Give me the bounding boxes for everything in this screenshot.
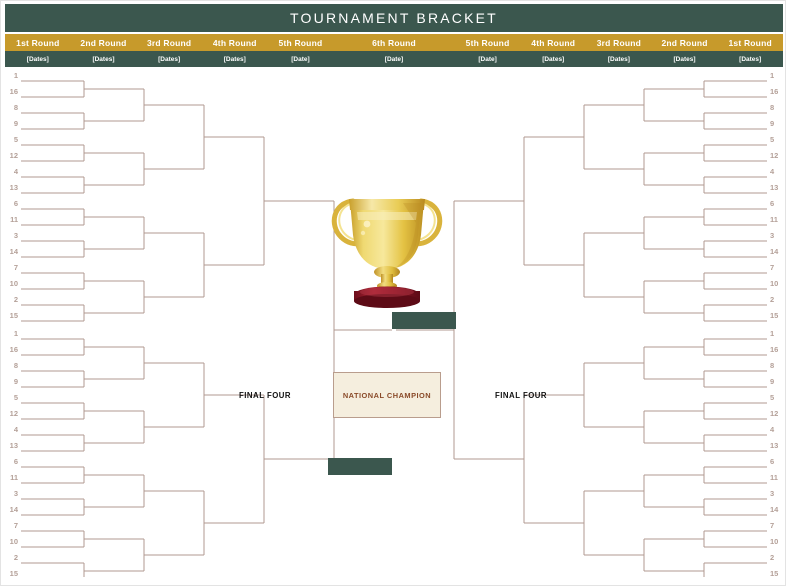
seed-label: 14 [9,505,18,514]
seed-label: 11 [770,215,778,224]
seed-label: 14 [770,247,779,256]
trophy-icon [317,179,457,309]
national-champion-box[interactable]: NATIONAL CHAMPION [333,372,441,418]
round-header-5: 5th Round [278,37,323,48]
national-champion-label: NATIONAL CHAMPION [342,390,432,400]
seed-label: 4 [770,167,775,176]
seed-label: 11 [770,473,778,482]
seed-label: 12 [9,151,18,160]
seed-label: 7 [13,263,18,272]
seed-label: 3 [13,489,18,498]
seed-label: 3 [770,231,775,240]
seed-label: 6 [770,457,775,466]
seed-label: 10 [9,537,18,546]
final-four-label-right: FINAL FOUR [495,391,548,400]
round-header-11: 1st Round [728,37,772,48]
round-date-6[interactable]: [Date] [333,51,454,67]
seed-label: 11 [10,473,18,482]
seed-label: 12 [770,409,779,418]
seed-label: 13 [9,441,18,450]
seed-label: 2 [770,295,775,304]
seed-label: 14 [9,247,18,256]
seed-label: 7 [770,263,775,272]
seed-label: 3 [13,231,18,240]
round-date-3[interactable]: [Dates] [136,51,202,67]
seed-label: 15 [770,311,779,320]
seed-label: 4 [770,425,775,434]
round-header-9: 3rd Round [596,37,642,48]
seed-label: 15 [9,311,18,320]
seed-label: 8 [13,361,18,370]
seed-label: 9 [13,119,18,128]
seed-label: 14 [770,505,779,514]
round-header-3: 3rd Round [146,37,192,48]
seed-label: 9 [770,119,775,128]
seed-label: 6 [13,199,18,208]
page-title: TOURNAMENT BRACKET [5,4,783,32]
seed-label: 10 [770,537,779,546]
round-header-8: 4th Round [531,37,576,48]
seed-label: 16 [770,87,779,96]
seed-label: 2 [13,295,18,304]
seed-label: 3 [770,489,775,498]
seed-label: 4 [13,167,18,176]
seed-label: 12 [9,409,18,418]
round-headers: 1st Round 2nd Round 3rd Round 4th Round 5th … [5,34,783,51]
round-dates: [Dates] [Dates] [Dates] [Dates] [Date] [Date]… [5,51,783,67]
round-date-2[interactable]: [Dates] [71,51,137,67]
seed-label: 2 [770,553,775,562]
seed-label: 9 [770,377,775,386]
seed-label: 13 [770,441,779,450]
seed-label: 5 [770,393,775,402]
seed-label: 10 [9,279,18,288]
seed-label: 2 [13,553,18,562]
seed-label: 5 [770,135,775,144]
seed-label: 1 [770,329,775,338]
seed-label: 10 [770,279,779,288]
seed-label: 5 [13,393,18,402]
page-title-text: TOURNAMENT BRACKET [290,10,498,26]
round-header-6: 6th Round [372,37,416,48]
seed-label: 15 [770,569,779,578]
seed-label: 1 [13,71,18,80]
seed-label: 5 [13,135,18,144]
seed-label: 1 [13,329,18,338]
round-date-10[interactable]: [Dates] [652,51,718,67]
seed-label: 8 [770,103,775,112]
round-date-4[interactable]: [Dates] [202,51,268,67]
seed-label: 8 [13,103,18,112]
seed-label: 4 [13,425,18,434]
seed-label: 8 [770,361,775,370]
tournament-bracket-page: TOURNAMENT BRACKET 1st Round 2nd Round 3rd… [0,0,786,586]
seed-label: 7 [770,521,775,530]
round-date-9[interactable]: [Dates] [586,51,652,67]
seed-label: 15 [9,569,18,578]
round-header-7: 5th Round [465,37,510,48]
seed-label: 13 [770,183,779,192]
seed-label: 16 [9,87,18,96]
seed-label: 16 [770,345,779,354]
seed-label: 13 [9,183,18,192]
round-header-2: 2nd Round [80,37,127,48]
bracket-canvas: NATIONAL CHAMPION FINAL FOUR FINAL FOUR … [1,67,785,578]
round-header-10: 2nd Round [661,37,708,48]
round-date-1[interactable]: [Dates] [5,51,71,67]
finalist-plate-top[interactable] [392,312,456,329]
seed-label: 11 [10,215,18,224]
round-header-1: 1st Round [16,37,60,48]
round-header-4: 4th Round [212,37,257,48]
seed-label: 16 [9,345,18,354]
seed-label: 9 [13,377,18,386]
seed-label: 6 [770,199,775,208]
seed-label: 6 [13,457,18,466]
round-date-8[interactable]: [Dates] [520,51,586,67]
seed-label: 12 [770,151,779,160]
round-date-5[interactable]: [Date] [268,51,334,67]
seed-label: 1 [770,71,775,80]
final-four-label-left: FINAL FOUR [239,391,292,400]
round-date-7[interactable]: [Date] [455,51,521,67]
round-date-11[interactable]: [Dates] [717,51,783,67]
seed-label: 7 [13,521,18,530]
finalist-plate-bottom[interactable] [328,458,392,475]
